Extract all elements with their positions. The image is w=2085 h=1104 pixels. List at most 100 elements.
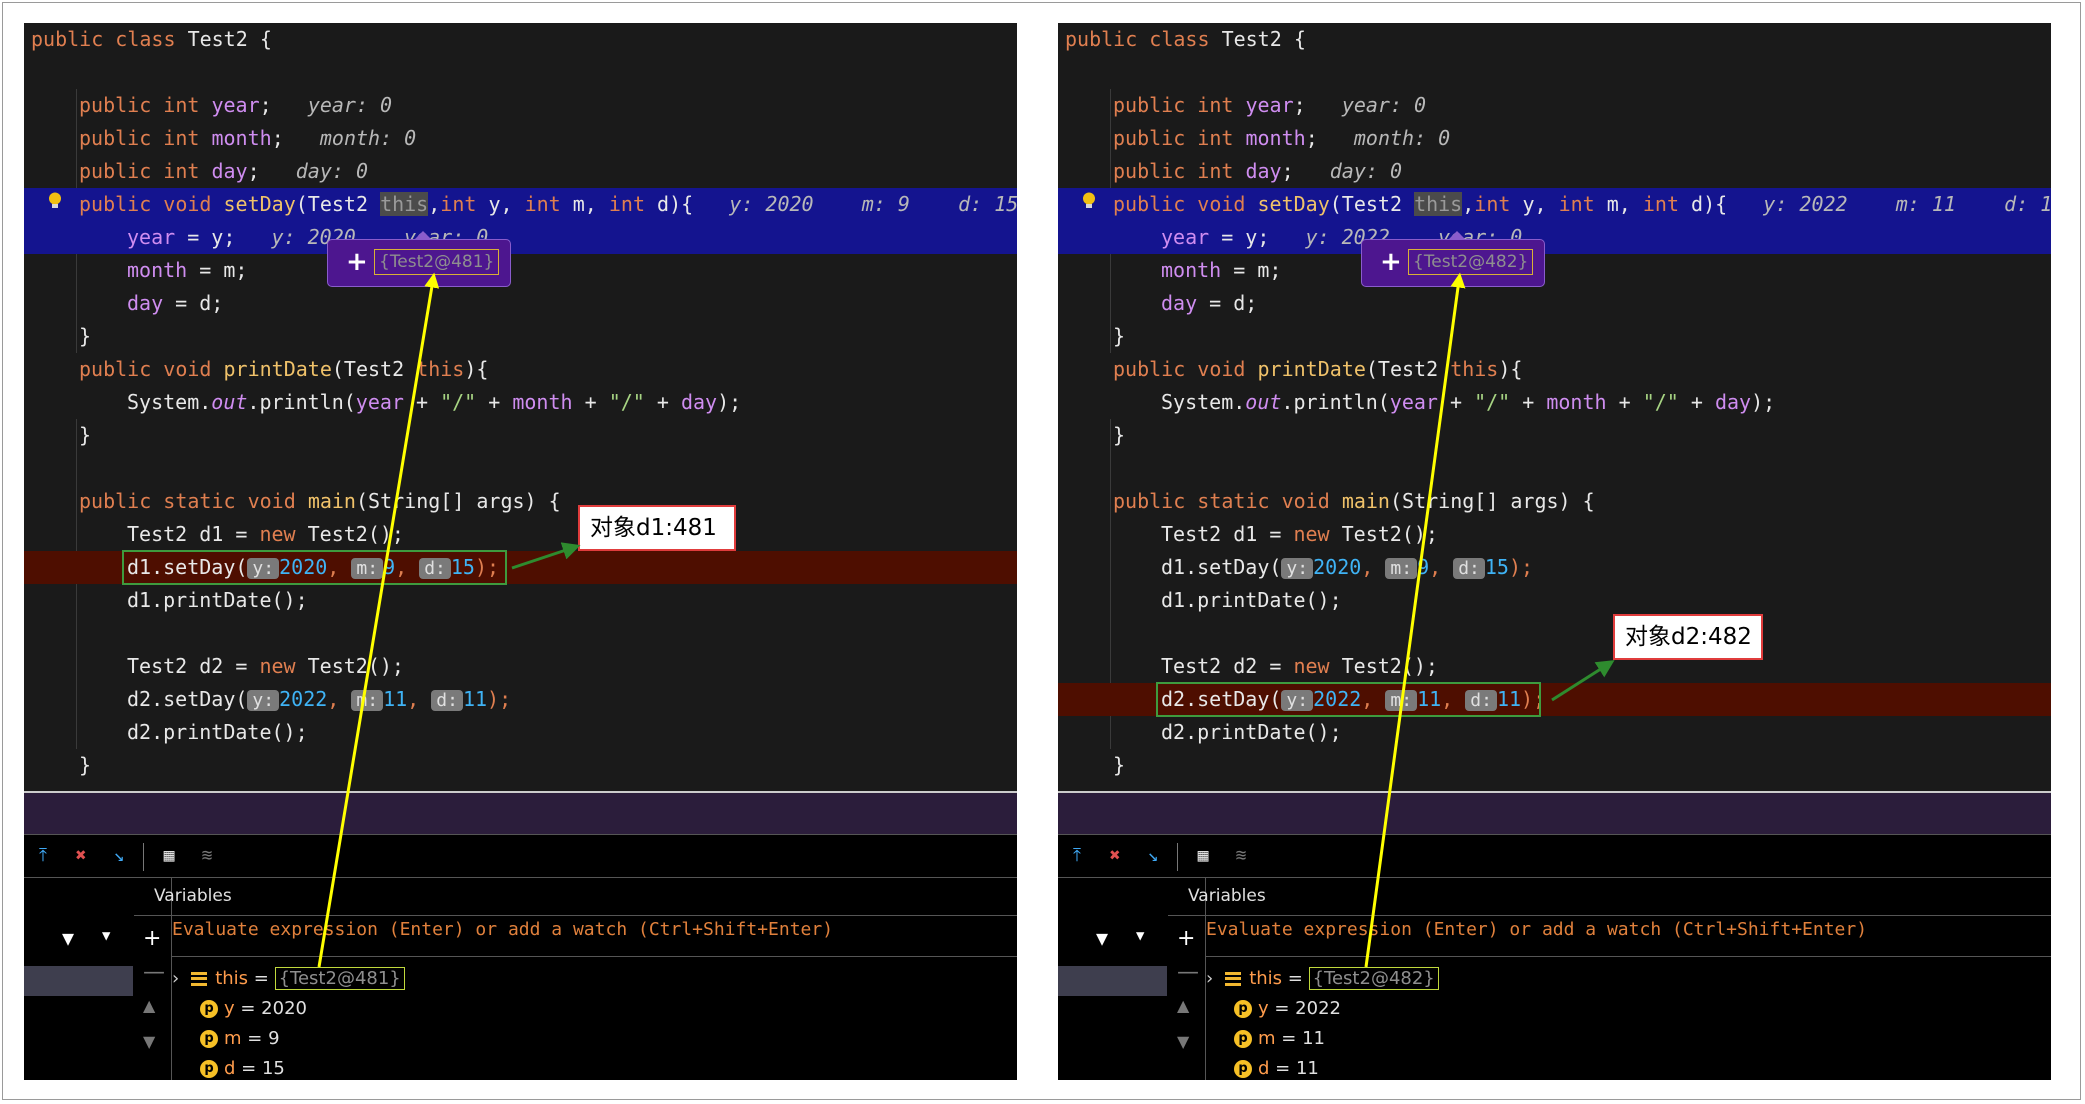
code-line[interactable]: month = m;	[24, 254, 1017, 287]
selected-frame[interactable]	[1058, 966, 1167, 996]
code-line[interactable]: Test2 d1 = new Test2();	[1058, 518, 2051, 551]
code-line[interactable]: public static void main(String[] args) {	[1058, 485, 2051, 518]
code-token: d1.setDay(	[1161, 555, 1282, 579]
code-line[interactable]: public int month; month: 0	[1058, 122, 2051, 155]
execution-point-line[interactable]: public void setDay(Test2 this,int y, int…	[1058, 188, 2051, 221]
drop-frame-icon[interactable]: ✖	[1104, 845, 1126, 867]
code-line[interactable]: public static void main(String[] args) {	[24, 485, 1017, 518]
up-icon[interactable]: ▲	[1177, 996, 1189, 1015]
trace-icon[interactable]: ≋	[1230, 845, 1252, 867]
popup-value[interactable]: {Test2@481}	[374, 249, 500, 275]
trace-icon[interactable]: ≋	[196, 845, 218, 867]
variable-row[interactable]: pd = 11	[1234, 1055, 1319, 1080]
code-line[interactable]: }	[1058, 320, 2051, 353]
code-token: );	[717, 390, 742, 414]
plus-icon[interactable]: +	[346, 247, 368, 277]
variable-row[interactable]: py = 2022	[1234, 995, 1341, 1023]
selected-frame[interactable]	[24, 966, 133, 996]
remove-watch-icon[interactable]: —	[1177, 960, 1199, 985]
down-icon[interactable]: ▼	[143, 1032, 155, 1051]
code-line[interactable]: public int year; year: 0	[1058, 89, 2051, 122]
code-line[interactable]: System.out.println(year + "/" + month + …	[1058, 386, 2051, 419]
execution-point-line[interactable]: year = y; y: 2020 year: 0	[24, 221, 1017, 254]
code-token: ,	[1462, 192, 1475, 216]
code-line[interactable]: }	[1058, 419, 2051, 452]
code-editor[interactable]: public class Test2 { public int year; ye…	[24, 23, 1017, 791]
code-token: .println(	[1281, 390, 1390, 414]
code-line[interactable]: Test2 d2 = new Test2();	[24, 650, 1017, 683]
down-icon[interactable]: ▼	[1177, 1032, 1189, 1051]
up-icon[interactable]: ▲	[143, 996, 155, 1015]
add-watch-icon[interactable]: +	[1177, 926, 1195, 951]
code-line[interactable]: }	[24, 419, 1017, 452]
code-line[interactable]: public int year; year: 0	[24, 89, 1017, 122]
filter-icon[interactable]: ▼	[62, 926, 74, 950]
this-value-popup[interactable]: + {Test2@481}	[327, 239, 511, 287]
code-token: Test2	[187, 27, 248, 51]
step-out-icon[interactable]: ⤒	[32, 845, 54, 867]
evaluate-icon[interactable]: ▦	[1192, 845, 1214, 867]
evaluate-input[interactable]: Evaluate expression (Enter) or add a wat…	[172, 919, 833, 940]
code-line[interactable]: Test2 d1 = new Test2();	[24, 518, 1017, 551]
code-line[interactable]: d1.printDate();	[24, 584, 1017, 617]
code-line[interactable]: }	[24, 749, 1017, 782]
code-line[interactable]: public void printDate(Test2 this){	[24, 353, 1017, 386]
remove-watch-icon[interactable]: —	[143, 960, 165, 985]
code-line[interactable]: public int day; day: 0	[24, 155, 1017, 188]
code-line[interactable]: day = d;	[24, 287, 1017, 320]
variable-row[interactable]: pm = 9	[200, 1025, 280, 1053]
evaluate-input[interactable]: Evaluate expression (Enter) or add a wat…	[1206, 919, 1867, 940]
run-to-cursor-icon[interactable]: ↘	[1142, 845, 1164, 867]
selection-box	[122, 550, 507, 585]
code-line[interactable]: month = m;	[1058, 254, 2051, 287]
code-line[interactable]: Test2 d2 = new Test2();	[1058, 650, 2051, 683]
expand-chevron-icon[interactable]: ›	[172, 968, 179, 989]
code-line[interactable]: d2.printDate();	[24, 716, 1017, 749]
code-line[interactable]: System.out.println(year + "/" + month + …	[24, 386, 1017, 419]
code-token: (Test2	[295, 192, 381, 216]
execution-point-line[interactable]: public void setDay(Test2 this,int y, int…	[24, 188, 1017, 221]
code-line[interactable]: d1.printDate();	[1058, 584, 2051, 617]
code-line[interactable]: public class Test2 {	[24, 23, 1017, 56]
bulb-icon[interactable]	[1082, 192, 1096, 210]
evaluate-icon[interactable]: ▦	[158, 845, 180, 867]
variable-row[interactable]: py = 2020	[200, 995, 307, 1023]
execution-point-line[interactable]: year = y; y: 2022 year: 0	[1058, 221, 2051, 254]
code-token: (Test2	[1329, 192, 1415, 216]
debug-toolbar: ⤒ ✖ ↘ ▦ ≋	[24, 834, 1017, 878]
variable-row[interactable]: pd = 15	[200, 1055, 285, 1080]
this-value-popup[interactable]: + {Test2@482}	[1361, 239, 1545, 287]
step-out-icon[interactable]: ⤒	[1066, 845, 1088, 867]
code-line[interactable]: day = d;	[1058, 287, 2051, 320]
variable-row-this[interactable]: › this = {Test2@482}	[1206, 965, 1439, 993]
chevron-down-icon[interactable]: ▼	[102, 928, 110, 944]
add-watch-icon[interactable]: +	[143, 926, 161, 951]
inline-hint: d: 11	[2004, 192, 2051, 216]
code-token: =	[248, 968, 275, 989]
code-line[interactable]: d1.setDay(y: 2020, m: 9, d: 15);	[1058, 551, 2051, 584]
chevron-down-icon[interactable]: ▼	[1136, 928, 1144, 944]
plus-icon[interactable]: +	[1380, 247, 1402, 277]
variable-row[interactable]: pm = 11	[1234, 1025, 1325, 1053]
expand-chevron-icon[interactable]: ›	[1206, 968, 1213, 989]
code-token: ;	[259, 93, 272, 117]
bulb-icon[interactable]	[48, 192, 62, 210]
code-line[interactable]: public void printDate(Test2 this){	[1058, 353, 2051, 386]
drop-frame-icon[interactable]: ✖	[70, 845, 92, 867]
popup-value[interactable]: {Test2@482}	[1408, 249, 1534, 275]
filter-icon[interactable]: ▼	[1096, 926, 1108, 950]
code-line[interactable]: d2.setDay(y: 2022, m: 11, d: 11);	[24, 683, 1017, 716]
code-line[interactable]: public int day; day: 0	[1058, 155, 2051, 188]
code-line[interactable]: d2.printDate();	[1058, 716, 2051, 749]
run-to-cursor-icon[interactable]: ↘	[108, 845, 130, 867]
code-line[interactable]: public class Test2 {	[1058, 23, 2051, 56]
code-line[interactable]: }	[24, 320, 1017, 353]
code-line[interactable]: public int month; month: 0	[24, 122, 1017, 155]
code-token: int	[1558, 192, 1595, 216]
code-token: year	[1245, 93, 1294, 117]
code-editor[interactable]: public class Test2 { public int year; ye…	[1058, 23, 2051, 791]
variable-row-this[interactable]: › this = {Test2@481}	[172, 965, 405, 993]
code-line[interactable]: }	[1058, 749, 2051, 782]
param-hint: m:	[351, 690, 384, 711]
code-token: System.	[127, 390, 212, 414]
